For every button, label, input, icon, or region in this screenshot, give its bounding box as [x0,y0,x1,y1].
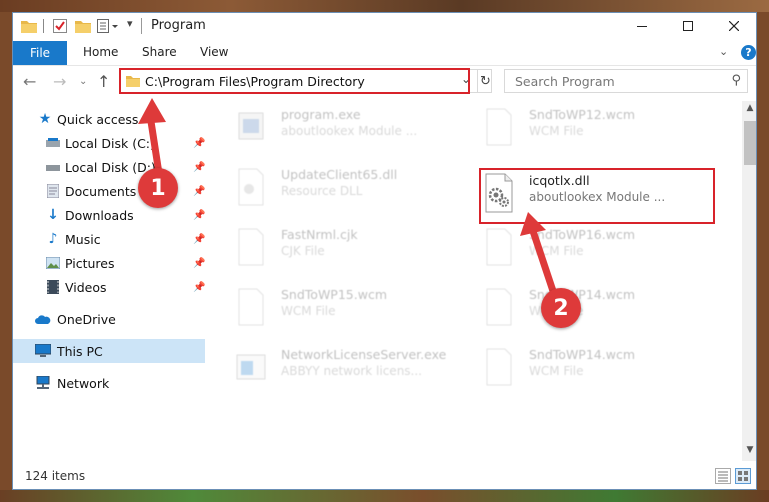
step-marker-2: 2 [541,288,581,328]
annotation-arrows [138,98,560,302]
step-marker-1: 1 [138,168,178,208]
